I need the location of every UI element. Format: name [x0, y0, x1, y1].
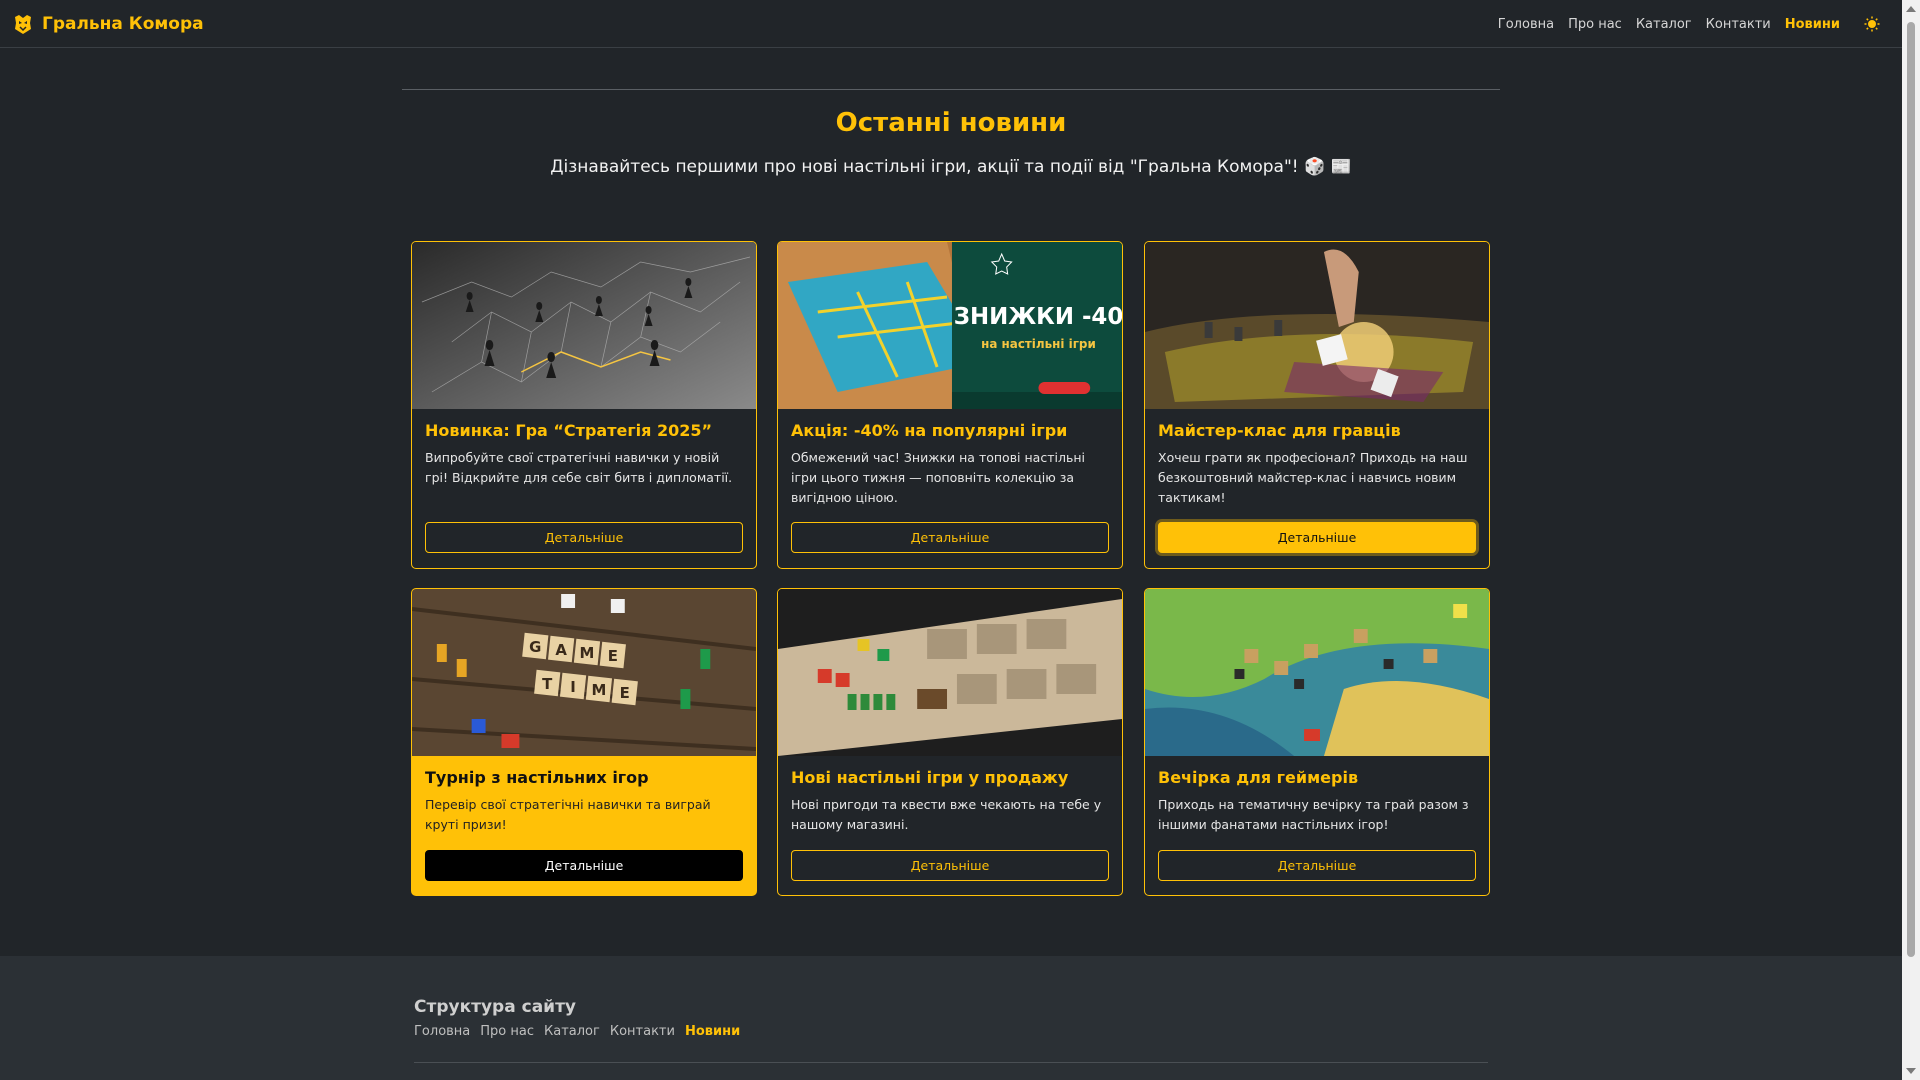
svg-text:M: M — [591, 681, 606, 699]
footer-link-contacts[interactable]: Контакти — [610, 1024, 675, 1039]
navbar: Гральна Комора Головна Про нас Каталог К… — [0, 0, 1902, 48]
card-text: Випробуйте свої стратегічні навички у но… — [425, 450, 733, 485]
svg-text:ЗНИЖКИ -40: ЗНИЖКИ -40 — [954, 304, 1122, 330]
card-text: Перевір свої стратегічні навички та вигр… — [425, 797, 711, 832]
brand-link[interactable]: Гральна Комора — [12, 13, 204, 35]
svg-text:E: E — [620, 684, 630, 702]
scroll-thumb[interactable] — [1907, 22, 1915, 957]
scroll-down-arrow-icon[interactable] — [1906, 1068, 1916, 1074]
footer-link-catalog[interactable]: Каталог — [544, 1024, 600, 1039]
details-button[interactable]: Детальніше — [1158, 850, 1476, 881]
card-text: Обмежений час! Знижки на топові настільн… — [791, 450, 1085, 505]
nav-link-catalog[interactable]: Каталог — [1636, 17, 1692, 32]
news-card: Майстер-клас для гравців Хочеш грати як … — [1144, 241, 1490, 569]
dragon-logo-icon — [15, 14, 31, 34]
brand-name: Гральна Комора — [42, 13, 204, 34]
boardgame-table-dice-image — [778, 589, 1122, 756]
page-scrollbar[interactable] — [1902, 0, 1920, 1080]
svg-text:M: M — [580, 644, 595, 662]
chess-pieces-network-image — [412, 242, 756, 409]
card-title: Новинка: Гра “Стратегія 2025” — [425, 421, 713, 440]
news-card: Вечірка для геймерів Приходь на тематичн… — [1144, 588, 1490, 896]
colorful-map-boardgame-image — [1145, 589, 1489, 756]
nav-link-about[interactable]: Про нас — [1568, 17, 1622, 32]
footer-links: Головна Про нас Каталог Контакти Новини — [414, 1024, 740, 1039]
details-button[interactable]: Детальніше — [791, 522, 1109, 553]
card-title: Майстер-клас для гравців — [1158, 421, 1401, 440]
news-card: ЗНИЖКИ -40 на настільні ігри Акція: -40%… — [777, 241, 1123, 569]
card-text: Нові пригоди та квести вже чекають на те… — [791, 797, 1102, 832]
miniatures-dice-game-image — [1145, 242, 1489, 409]
footer-link-about[interactable]: Про нас — [480, 1024, 534, 1039]
svg-text:A: A — [555, 641, 567, 659]
nav-link-contacts[interactable]: Контакти — [1706, 17, 1771, 32]
nav-links: Головна Про нас Каталог Контакти Новини — [1498, 0, 1840, 48]
card-text: Хочеш грати як професіонал? Приходь на н… — [1158, 450, 1468, 505]
details-button[interactable]: Детальніше — [425, 522, 743, 553]
footer-link-home[interactable]: Головна — [414, 1024, 470, 1039]
card-title: Акція: -40% на популярні ігри — [791, 421, 1068, 440]
sun-icon[interactable] — [1864, 16, 1880, 32]
page-title: Останні новини — [835, 108, 1067, 138]
news-card: Нові настільні ігри у продажу Нові приго… — [777, 588, 1123, 896]
card-title: Нові настільні ігри у продажу — [791, 768, 1069, 787]
news-card: Новинка: Гра “Стратегія 2025” Випробуйте… — [411, 241, 757, 569]
svg-text:E: E — [608, 647, 618, 665]
news-card: G A M E T I M E Турнір з настільних ігор… — [411, 588, 757, 896]
details-button[interactable]: Детальніше — [791, 850, 1109, 881]
svg-text:T: T — [542, 675, 553, 693]
scroll-up-arrow-icon[interactable] — [1906, 6, 1916, 12]
card-title: Турнір з настільних ігор — [425, 768, 649, 787]
card-title: Вечірка для геймерів — [1158, 768, 1359, 787]
details-button[interactable]: Детальніше — [425, 850, 743, 881]
nav-link-news[interactable]: Новини — [1785, 17, 1840, 32]
svg-text:на настільні ігри: на настільні ігри — [981, 337, 1096, 351]
svg-text:I: I — [570, 678, 576, 696]
nav-link-home[interactable]: Головна — [1498, 17, 1554, 32]
footer: Структура сайту Головна Про нас Каталог … — [0, 956, 1902, 1080]
footer-title: Структура сайту — [414, 997, 577, 1017]
details-button[interactable]: Детальніше — [1158, 522, 1476, 553]
svg-text:G: G — [529, 638, 541, 656]
footer-link-news[interactable]: Новини — [685, 1024, 740, 1039]
header-divider — [402, 89, 1500, 90]
footer-divider — [414, 1062, 1488, 1063]
game-time-tiles-image: G A M E T I M E — [412, 589, 756, 756]
card-text: Приходь на тематичну вечірку та грай раз… — [1158, 797, 1469, 832]
discount-boardgame-banner-image: ЗНИЖКИ -40 на настільні ігри — [778, 242, 1122, 409]
page-subtitle: Дізнавайтесь першими про нові настільні … — [550, 157, 1352, 177]
